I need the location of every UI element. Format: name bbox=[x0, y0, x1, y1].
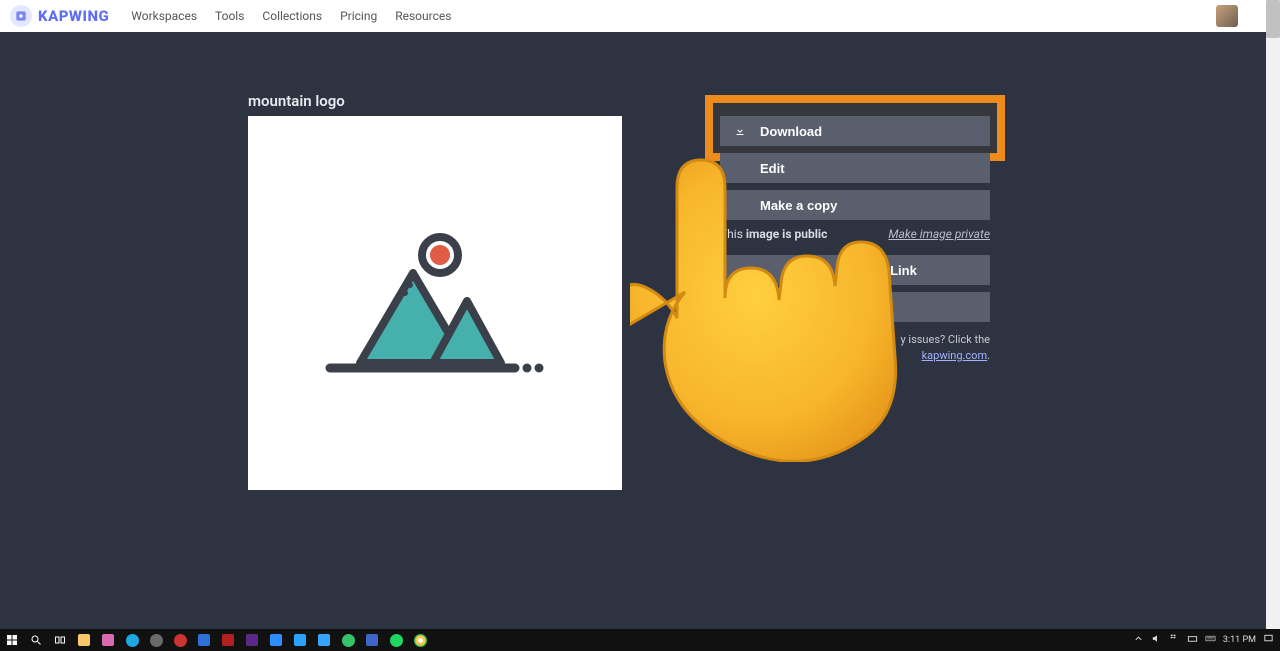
app-icon-7[interactable] bbox=[240, 629, 264, 651]
tray-volume-icon[interactable] bbox=[1151, 633, 1162, 647]
windows-taskbar: 3:11 PM bbox=[0, 629, 1280, 651]
brand-block[interactable]: KAPWING bbox=[10, 5, 109, 27]
start-button[interactable] bbox=[0, 629, 24, 651]
embed-button[interactable] bbox=[720, 292, 990, 322]
make-private-link[interactable]: Make image private bbox=[888, 227, 990, 241]
taskbar-right: 3:11 PM bbox=[1133, 629, 1274, 651]
app-icon-10[interactable] bbox=[312, 629, 336, 651]
actions-panel: Download Edit Make a copy This image is … bbox=[720, 116, 990, 364]
app-icon-5[interactable] bbox=[192, 629, 216, 651]
make-copy-button[interactable]: Make a copy bbox=[720, 190, 990, 220]
edit-label: Edit bbox=[760, 161, 785, 176]
tray-network-icon[interactable] bbox=[1187, 633, 1198, 647]
copy-link-label: Copy Link bbox=[854, 263, 917, 278]
task-view-icon[interactable] bbox=[48, 629, 72, 651]
nav-links: Workspaces Tools Collections Pricing Res… bbox=[131, 9, 451, 23]
privacy-row: This image is public Make image private bbox=[720, 227, 990, 241]
help-link[interactable]: kapwing.com bbox=[922, 349, 988, 362]
app-icon-8[interactable] bbox=[264, 629, 288, 651]
nav-tools[interactable]: Tools bbox=[215, 9, 244, 23]
download-icon bbox=[734, 125, 746, 137]
download-label: Download bbox=[760, 124, 822, 139]
app-icon-11[interactable] bbox=[336, 629, 360, 651]
spotify-icon[interactable] bbox=[384, 629, 408, 651]
top-nav: KAPWING Workspaces Tools Collections Pri… bbox=[0, 0, 1280, 32]
scrollbar-thumb[interactable] bbox=[1266, 0, 1280, 38]
app-icon-12[interactable] bbox=[360, 629, 384, 651]
nav-collections[interactable]: Collections bbox=[262, 9, 322, 23]
vertical-scrollbar[interactable] bbox=[1266, 0, 1280, 631]
user-avatar[interactable] bbox=[1216, 5, 1238, 27]
make-copy-label: Make a copy bbox=[760, 198, 837, 213]
help-text: y issues? Click the kapwing.com. bbox=[720, 332, 990, 364]
taskbar-clock[interactable]: 3:11 PM bbox=[1223, 635, 1256, 645]
mountain-logo-icon bbox=[305, 203, 565, 403]
app-icon-6[interactable] bbox=[216, 629, 240, 651]
image-canvas[interactable] bbox=[248, 116, 622, 490]
app-icon-4[interactable] bbox=[168, 629, 192, 651]
nav-workspaces[interactable]: Workspaces bbox=[131, 9, 197, 23]
file-explorer-icon[interactable] bbox=[72, 629, 96, 651]
editor-stage: mountain logo Download Edit Make a copy bbox=[0, 32, 1266, 629]
taskbar-left bbox=[0, 629, 432, 651]
app-icon-9[interactable] bbox=[288, 629, 312, 651]
chrome-icon[interactable] bbox=[408, 629, 432, 651]
notification-icon[interactable] bbox=[1263, 633, 1274, 647]
edit-button[interactable]: Edit bbox=[720, 153, 990, 183]
nav-pricing[interactable]: Pricing bbox=[340, 9, 377, 23]
app-icon-3[interactable] bbox=[144, 629, 168, 651]
download-button[interactable]: Download bbox=[720, 116, 990, 146]
project-title: mountain logo bbox=[248, 92, 345, 110]
share-row: Copy Link bbox=[720, 255, 990, 285]
copy-link-button[interactable]: Copy Link bbox=[720, 255, 990, 285]
app-icon-2[interactable] bbox=[120, 629, 144, 651]
search-icon[interactable] bbox=[24, 629, 48, 651]
tray-chevron-icon[interactable] bbox=[1133, 633, 1144, 647]
brand-name: KAPWING bbox=[38, 7, 109, 25]
nav-resources[interactable]: Resources bbox=[395, 9, 451, 23]
app-icon-1[interactable] bbox=[96, 629, 120, 651]
tray-keyboard-icon[interactable] bbox=[1205, 633, 1216, 647]
privacy-status: This image is public bbox=[720, 227, 827, 241]
tray-dropbox-icon[interactable] bbox=[1169, 633, 1180, 647]
kapwing-logo-icon bbox=[10, 5, 32, 27]
